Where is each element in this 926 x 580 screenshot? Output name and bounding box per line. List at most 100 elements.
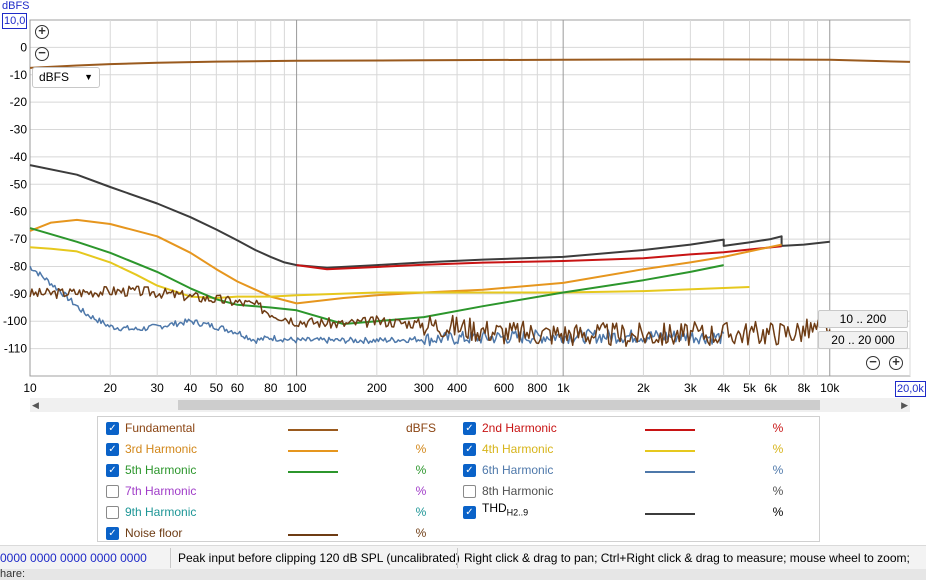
y-tick-label: -110 xyxy=(4,342,27,356)
x-tick-label: 300 xyxy=(414,381,434,395)
legend-item-label: 8th Harmonic xyxy=(482,484,554,498)
status-bar: 0000 0000 0000 0000 0000 Peak input befo… xyxy=(0,545,926,570)
legend-item-unit: % xyxy=(415,484,427,498)
legend-item-label: THDH2..9 xyxy=(482,501,529,518)
legend-item-label: 9th Harmonic xyxy=(125,505,197,519)
legend-item-thd[interactable]: ✓ THDH2..9% xyxy=(463,501,803,523)
x-tick-label: 6k xyxy=(764,381,778,395)
x-tick-label: 400 xyxy=(447,381,467,395)
legend-item-label: 5th Harmonic xyxy=(125,463,197,477)
y-tick-label: -20 xyxy=(10,95,28,109)
y-tick-label: -50 xyxy=(10,177,28,191)
legend-panel: ✓ Fundamental dBFS ✓ 2nd Harmonic% ✓ 3rd Harmo… xyxy=(97,416,820,542)
y-tick-label: 0 xyxy=(20,40,27,54)
legend-item-9th-harmonic[interactable]: 9th Harmonic% xyxy=(106,503,446,523)
y-tick-label: -30 xyxy=(10,123,28,137)
legend-item-label: 6th Harmonic xyxy=(482,463,554,477)
checkbox-unchecked-icon[interactable] xyxy=(106,506,119,519)
legend-item-noise-floor[interactable]: ✓ Noise floor% xyxy=(106,524,446,544)
x-tick-label: 80 xyxy=(264,381,278,395)
checkbox-unchecked-icon[interactable] xyxy=(463,485,476,498)
checkbox-checked-icon[interactable]: ✓ xyxy=(463,464,476,477)
range-10-200-button[interactable]: 10 .. 200 xyxy=(818,310,908,328)
x-tick-label: 100 xyxy=(287,381,307,395)
x-tick-label: 800 xyxy=(527,381,547,395)
legend-item-label: 2nd Harmonic xyxy=(482,421,557,435)
x-tick-label: 60 xyxy=(231,381,245,395)
distortion-chart[interactable]: 0 -10 -20 -30 -40 -50 -60 -70 -80 -90 -100 -110 10 2… xyxy=(0,0,926,400)
range-20-20000-button[interactable]: 20 .. 20 000 xyxy=(818,331,908,349)
checkbox-checked-icon[interactable]: ✓ xyxy=(106,464,119,477)
legend-item-6th-harmonic[interactable]: ✓ 6th Harmonic% xyxy=(463,461,803,481)
x-tick-label: 10 xyxy=(23,381,37,395)
zoom-out-y-icon[interactable]: − xyxy=(35,46,49,61)
x-tick-label: 8k xyxy=(798,381,812,395)
checkbox-checked-icon[interactable]: ✓ xyxy=(463,443,476,456)
checkbox-checked-icon[interactable]: ✓ xyxy=(106,422,119,435)
checkbox-checked-icon[interactable]: ✓ xyxy=(463,506,476,519)
unit-dropdown-value: dBFS xyxy=(39,70,70,84)
legend-item-label: 3rd Harmonic xyxy=(125,442,198,456)
y-max-field[interactable]: 10,0 xyxy=(2,13,28,29)
checkbox-checked-icon[interactable]: ✓ xyxy=(106,527,119,540)
legend-line-swatch xyxy=(288,429,338,431)
x-tick-label: 4k xyxy=(717,381,731,395)
zoom-in-y-icon[interactable]: + xyxy=(35,24,49,39)
legend-item-7th-harmonic[interactable]: 7th Harmonic% xyxy=(106,482,446,502)
x-max-field[interactable]: 20,0k xyxy=(895,381,926,397)
y-tick-label: -100 xyxy=(3,314,27,328)
y-axis-ticks: 0 -10 -20 -30 -40 -50 -60 -70 -80 -90 -100 -110 xyxy=(3,40,27,355)
legend-line-swatch xyxy=(645,450,695,452)
legend-item-8th-harmonic[interactable]: 8th Harmonic% xyxy=(463,482,803,502)
legend-item-4th-harmonic[interactable]: ✓ 4th Harmonic% xyxy=(463,440,803,460)
chevron-down-icon: ▼ xyxy=(84,72,93,82)
legend-item-3rd-harmonic[interactable]: ✓ 3rd Harmonic% xyxy=(106,440,446,460)
x-tick-label: 3k xyxy=(684,381,698,395)
y-unit-label: dBFS xyxy=(2,0,30,12)
x-tick-label: 2k xyxy=(637,381,651,395)
legend-item-unit: % xyxy=(415,526,427,540)
legend-line-swatch xyxy=(288,471,338,473)
legend-item-label: 7th Harmonic xyxy=(125,484,197,498)
zoom-in-x-icon[interactable]: + xyxy=(889,355,903,370)
scroll-right-icon[interactable]: ▶ xyxy=(901,398,908,412)
x-tick-label: 50 xyxy=(210,381,224,395)
horizontal-scrollbar[interactable]: ◀ ▶ xyxy=(30,398,910,412)
zoom-out-x-icon[interactable]: − xyxy=(866,355,880,370)
legend-line-swatch xyxy=(288,534,338,536)
status-values: 0000 0000 0000 0000 0000 xyxy=(0,551,147,565)
legend-item-unit: % xyxy=(415,463,427,477)
checkbox-unchecked-icon[interactable] xyxy=(106,485,119,498)
x-tick-label: 5k xyxy=(743,381,757,395)
share-strip: hare: xyxy=(0,569,926,580)
legend-line-swatch xyxy=(645,513,695,515)
legend-item-fundamental[interactable]: ✓ Fundamental dBFS xyxy=(106,419,446,439)
legend-item-unit: % xyxy=(772,505,784,519)
legend-line-swatch xyxy=(645,471,695,473)
legend-item-label: Fundamental xyxy=(125,421,196,435)
x-tick-label: 200 xyxy=(367,381,387,395)
x-axis-ticks: 10 20 30 40 50 60 80 100 200 300 400 600 800 1k 2k 3k 4k… xyxy=(23,381,840,395)
status-hint: Right click & drag to pan; Ctrl+Right cl… xyxy=(464,551,910,565)
x-tick-label: 30 xyxy=(151,381,165,395)
y-tick-label: -60 xyxy=(10,205,28,219)
y-tick-label: -40 xyxy=(10,150,28,164)
y-tick-label: -90 xyxy=(10,287,28,301)
legend-item-2nd-harmonic[interactable]: ✓ 2nd Harmonic% xyxy=(463,419,803,439)
legend-item-unit: dBFS xyxy=(406,421,437,435)
legend-line-swatch xyxy=(645,429,695,431)
checkbox-checked-icon[interactable]: ✓ xyxy=(463,422,476,435)
scroll-left-icon[interactable]: ◀ xyxy=(32,398,39,412)
share-label: hare: xyxy=(0,569,26,580)
legend-item-unit: % xyxy=(772,442,784,456)
x-tick-label: 20 xyxy=(104,381,118,395)
status-separator xyxy=(457,548,458,568)
unit-dropdown[interactable]: dBFS ▼ xyxy=(32,67,100,88)
legend-item-unit: % xyxy=(772,421,784,435)
legend-line-swatch xyxy=(288,450,338,452)
checkbox-checked-icon[interactable]: ✓ xyxy=(106,443,119,456)
scrollbar-thumb[interactable] xyxy=(178,400,820,410)
legend-item-unit: % xyxy=(772,463,784,477)
x-tick-label: 10k xyxy=(820,381,840,395)
legend-item-5th-harmonic[interactable]: ✓ 5th Harmonic% xyxy=(106,461,446,481)
